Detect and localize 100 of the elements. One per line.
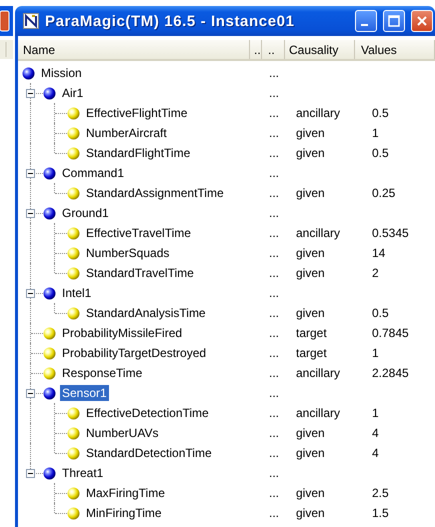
more-ellipsis: ... (268, 166, 280, 180)
tree-item-label[interactable]: Mission (39, 65, 84, 81)
collapse-button[interactable] (26, 389, 35, 398)
column-header[interactable]: Name (18, 40, 250, 59)
sphere-icon (67, 306, 80, 320)
causality-cell-text: ancillary (295, 106, 342, 120)
tree-item-label[interactable]: Command1 (60, 165, 126, 181)
collapse-button[interactable] (26, 469, 35, 478)
value-cell-text: 0.25 (371, 186, 396, 200)
column-header[interactable]: Values (355, 40, 435, 59)
more-ellipsis: ... (268, 366, 280, 380)
sphere-icon (43, 386, 56, 400)
sphere-icon (67, 266, 80, 280)
sphere-icon (67, 406, 80, 420)
more-ellipsis: ... (268, 406, 280, 420)
tree-item-label[interactable]: StandardFlightTime (84, 145, 192, 161)
tree-item-label[interactable]: ProbabilityMissileFired (60, 325, 184, 341)
more-ellipsis: ... (268, 246, 280, 260)
tree-item-label[interactable]: StandardAnalysisTime (84, 305, 208, 321)
more-ellipsis: ... (268, 226, 280, 240)
tree-item-label[interactable]: ResponseTime (60, 365, 144, 381)
more-ellipsis: ... (268, 66, 280, 80)
tree-item-label[interactable]: StandardAssignmentTime (84, 185, 226, 201)
causality-cell-text: ancillary (295, 226, 342, 240)
value-cell-text: 4 (371, 446, 379, 460)
tree-item-label[interactable]: EffectiveTravelTime (84, 225, 193, 241)
more-ellipsis: ... (268, 126, 280, 140)
sphere-icon (67, 246, 80, 260)
tree-item-label[interactable]: NumberUAVs (84, 425, 160, 441)
sphere-icon (43, 346, 56, 360)
collapse-button[interactable] (26, 209, 35, 218)
value-cell-text: 1.5 (371, 506, 389, 520)
minus-icon (27, 290, 34, 297)
causality-cell-text: given (295, 126, 326, 140)
tree-item-label[interactable]: ProbabilityTargetDestroyed (60, 345, 208, 361)
value-cell-text: 0.5345 (371, 226, 409, 240)
column-header[interactable]: Causality (285, 40, 355, 59)
causality-cell-text: given (295, 146, 326, 160)
sphere-icon (43, 86, 56, 100)
collapse-button[interactable] (26, 289, 35, 298)
column-header[interactable]: .. (250, 40, 262, 59)
tree-item-label[interactable]: Air1 (60, 85, 86, 101)
sphere-icon (43, 166, 56, 180)
app-icon (23, 13, 39, 29)
maximize-icon (388, 15, 400, 27)
sphere-icon (22, 66, 35, 80)
causality-cell-text: given (295, 486, 326, 500)
tree-item-label[interactable]: StandardDetectionTime (84, 445, 214, 461)
more-ellipsis: ... (268, 486, 280, 500)
minimize-button[interactable] (355, 10, 377, 32)
collapse-button[interactable] (26, 169, 35, 178)
tree-item-label[interactable]: Intel1 (60, 285, 94, 301)
sphere-icon (67, 126, 80, 140)
minus-icon (27, 390, 34, 397)
tree-item-label[interactable]: EffectiveDetectionTime (84, 405, 211, 421)
causality-cell-text: given (295, 266, 326, 280)
minus-icon (27, 90, 34, 97)
more-ellipsis: ... (268, 326, 280, 340)
more-ellipsis: ... (268, 506, 280, 520)
causality-cell-text: given (295, 186, 326, 200)
sphere-icon (67, 146, 80, 160)
value-cell-text: 2 (371, 266, 379, 280)
sphere-icon (67, 446, 80, 460)
tree-item-label[interactable]: NumberSquads (84, 245, 172, 261)
tree-item-label[interactable]: EffectiveFlightTime (84, 105, 190, 121)
more-ellipsis: ... (268, 266, 280, 280)
more-ellipsis: ... (268, 426, 280, 440)
tree-item-label[interactable]: NumberAircraft (84, 125, 169, 141)
sphere-icon (67, 426, 80, 440)
causality-cell-text: ancillary (295, 406, 342, 420)
tree-item-label[interactable]: MinFiringTime (84, 505, 164, 521)
window-title: ParaMagic(TM) 16.5 - Instance01 (45, 12, 296, 30)
tree-item-label[interactable]: Threat1 (60, 465, 106, 481)
causality-cell-text: target (295, 346, 328, 360)
value-cell-text: 4 (371, 426, 379, 440)
more-ellipsis: ... (268, 306, 280, 320)
minus-icon (27, 470, 34, 477)
tree-item-label[interactable]: StandardTravelTime (84, 265, 196, 281)
collapse-button[interactable] (26, 89, 35, 98)
value-cell-text: 0.5 (371, 306, 389, 320)
column-header[interactable]: .. (262, 40, 285, 59)
minimize-icon (360, 24, 368, 26)
causality-cell-text: given (295, 506, 326, 520)
maximize-button[interactable] (383, 10, 405, 32)
causality-cell-text: given (295, 306, 326, 320)
causality-cell-text: ancillary (295, 366, 342, 380)
more-ellipsis: ... (268, 86, 280, 100)
more-ellipsis: ... (268, 346, 280, 360)
close-button[interactable] (411, 10, 433, 32)
minus-icon (27, 210, 34, 217)
tree-item-label[interactable]: Sensor1 (60, 385, 109, 401)
value-cell-text: 1 (371, 346, 379, 360)
value-cell-text: 0.5 (371, 146, 389, 160)
more-ellipsis: ... (268, 146, 280, 160)
sphere-icon (67, 226, 80, 240)
sphere-icon (67, 106, 80, 120)
tree-item-label[interactable]: MaxFiringTime (84, 485, 167, 501)
sphere-icon (43, 466, 56, 480)
minus-icon (27, 170, 34, 177)
tree-item-label[interactable]: Ground1 (60, 205, 111, 221)
